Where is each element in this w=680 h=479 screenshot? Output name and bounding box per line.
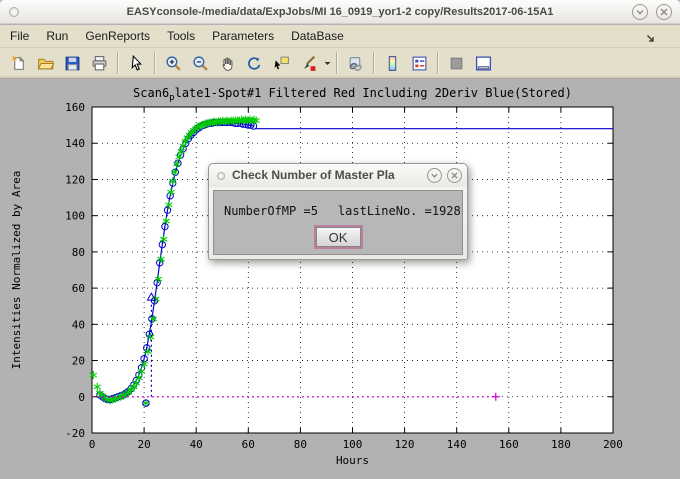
- brush-icon[interactable]: [295, 51, 322, 76]
- svg-text:40: 40: [190, 438, 203, 451]
- toolbar-separator: [154, 52, 156, 74]
- chevron-down-icon: [635, 7, 645, 17]
- pointer-icon[interactable]: [123, 51, 150, 76]
- dialog-titlebar[interactable]: Check Number of Master Pla: [209, 164, 467, 187]
- svg-text:Scan6plate1-Spot#1 Filtered Re: Scan6plate1-Spot#1 Filtered Red Includin…: [133, 86, 572, 103]
- svg-text:160: 160: [499, 438, 519, 451]
- brush-dropdown-arrow-icon[interactable]: [322, 61, 332, 66]
- legend-icon[interactable]: [406, 51, 433, 76]
- data-cursor-icon[interactable]: [268, 51, 295, 76]
- filled-square-icon[interactable]: [443, 51, 470, 76]
- close-icon: [450, 171, 459, 180]
- save-icon[interactable]: [59, 51, 86, 76]
- colorbar-icon[interactable]: [379, 51, 406, 76]
- zoom-out-icon[interactable]: [187, 51, 214, 76]
- open-folder-icon[interactable]: [32, 51, 59, 76]
- menu-file[interactable]: File: [10, 29, 29, 43]
- svg-text:80: 80: [72, 246, 85, 259]
- svg-text:120: 120: [395, 438, 415, 451]
- toolbar-separator: [373, 52, 375, 74]
- svg-text:-20: -20: [65, 427, 85, 440]
- close-icon: [659, 7, 669, 17]
- svg-text:180: 180: [551, 438, 571, 451]
- plot-window-icon[interactable]: [470, 51, 497, 76]
- menu-overflow-arrow-icon[interactable]: [646, 32, 655, 46]
- dialog-title: Check Number of Master Pla: [209, 164, 417, 187]
- window-title: EASYconsole-/media/data/ExpJobs/MI 16_09…: [0, 0, 680, 24]
- ok-button[interactable]: OK: [316, 227, 361, 247]
- svg-text:0: 0: [78, 391, 85, 404]
- last-line-no-value: lastLineNo. =1928: [338, 204, 461, 218]
- menu-database[interactable]: DataBase: [291, 29, 344, 43]
- svg-text:20: 20: [72, 355, 85, 368]
- menu-genreports[interactable]: GenReports: [85, 29, 150, 43]
- menubar: File Run GenReports Tools Parameters Dat…: [0, 25, 680, 48]
- toolbar-separator: [336, 52, 338, 74]
- svg-text:100: 100: [343, 438, 363, 451]
- zoom-in-icon[interactable]: [160, 51, 187, 76]
- svg-text:Hours: Hours: [336, 454, 369, 467]
- dialog-shade-button[interactable]: [427, 168, 442, 183]
- svg-text:80: 80: [294, 438, 307, 451]
- svg-text:140: 140: [65, 137, 85, 150]
- menu-parameters[interactable]: Parameters: [212, 29, 274, 43]
- svg-text:0: 0: [89, 438, 96, 451]
- menu-tools[interactable]: Tools: [167, 29, 195, 43]
- app-window: EASYconsole-/media/data/ExpJobs/MI 16_09…: [0, 0, 680, 479]
- print-icon[interactable]: [86, 51, 113, 76]
- number-of-mp-value: NumberOfMP =5: [224, 204, 318, 218]
- plot-area[interactable]: 0 20 40 60 80 100 120 140 160 180 200 -20 0 20 40 60 80 1…: [0, 80, 680, 479]
- svg-text:60: 60: [242, 438, 255, 451]
- window-titlebar[interactable]: EASYconsole-/media/data/ExpJobs/MI 16_09…: [0, 0, 680, 24]
- window-menu-icon[interactable]: [9, 7, 19, 17]
- new-document-icon[interactable]: [5, 51, 32, 76]
- svg-text:20: 20: [137, 438, 150, 451]
- toolbar: [0, 48, 680, 79]
- check-number-dialog: Check Number of Master Pla: [208, 163, 468, 260]
- dialog-message: NumberOfMP =5 lastLineNo. =1928: [214, 191, 462, 218]
- link-plots-icon[interactable]: [342, 51, 369, 76]
- svg-text:160: 160: [65, 101, 85, 114]
- rotate-3d-icon[interactable]: [241, 51, 268, 76]
- svg-text:60: 60: [72, 282, 85, 295]
- toolbar-separator: [437, 52, 439, 74]
- dialog-menu-icon[interactable]: [217, 172, 225, 180]
- dialog-close-button[interactable]: [447, 168, 462, 183]
- menu-run[interactable]: Run: [46, 29, 68, 43]
- shade-window-button[interactable]: [632, 4, 648, 20]
- svg-text:Intensities Normalized by Area: Intensities Normalized by Area: [10, 171, 23, 370]
- svg-text:140: 140: [447, 438, 467, 451]
- close-window-button[interactable]: [656, 4, 672, 20]
- figure-canvas: 0 20 40 60 80 100 120 140 160 180 200 -20 0 20 40 60 80 1…: [0, 80, 680, 479]
- chevron-down-icon: [430, 171, 439, 180]
- dialog-body: NumberOfMP =5 lastLineNo. =1928 OK: [213, 190, 463, 255]
- svg-text:120: 120: [65, 173, 85, 186]
- pan-icon[interactable]: [214, 51, 241, 76]
- svg-text:40: 40: [72, 318, 85, 331]
- toolbar-separator: [117, 52, 119, 74]
- svg-text:100: 100: [65, 210, 85, 223]
- svg-text:200: 200: [603, 438, 623, 451]
